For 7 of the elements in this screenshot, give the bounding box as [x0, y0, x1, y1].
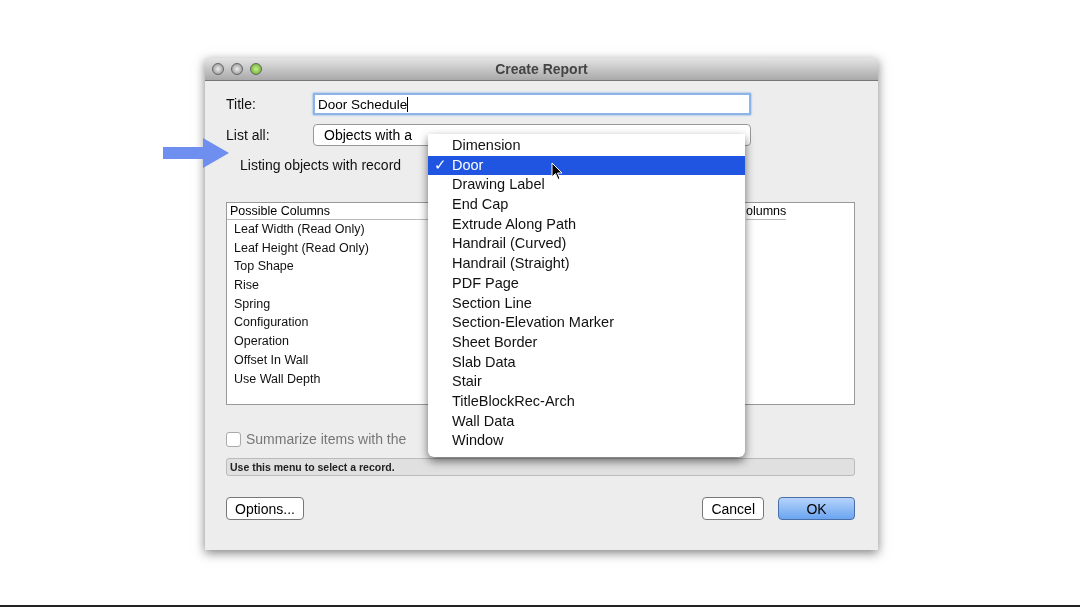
field-label: Listing objects with record [239, 157, 402, 173]
checkbox-label: Summarize items with the [246, 431, 407, 447]
status-bar: Use this menu to select a record. [226, 458, 855, 476]
field-label: List all: [226, 126, 271, 143]
check-icon: ✓ [434, 155, 447, 176]
window-title: Create Report [495, 61, 588, 77]
field-label: Title: [226, 96, 257, 112]
